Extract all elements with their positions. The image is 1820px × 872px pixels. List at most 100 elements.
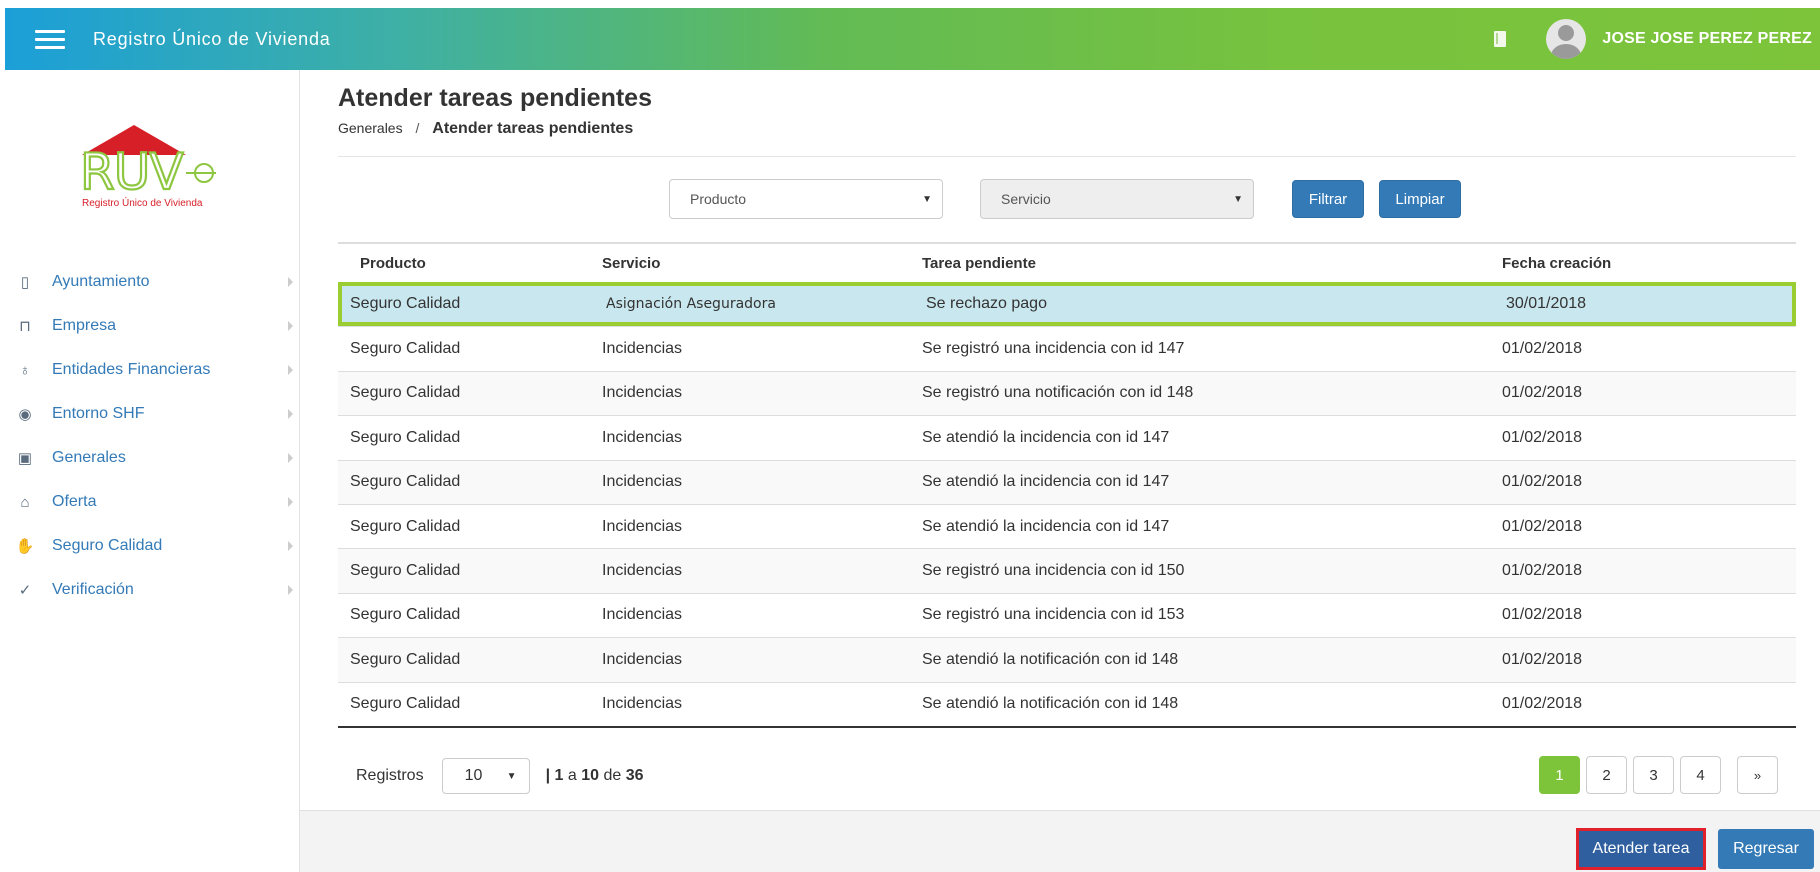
chevron-right-icon <box>288 453 293 463</box>
table-cell: Se rechazo pago <box>926 295 1047 313</box>
sidebar-item-label: Oferta <box>52 493 97 510</box>
book-icon[interactable] <box>1494 31 1507 47</box>
column-header-servicio[interactable]: Servicio <box>602 255 922 272</box>
table-row[interactable]: Seguro Calidad Incidencias Se registró una… <box>338 592 1796 637</box>
breadcrumb-current: Atender tareas pendientes <box>432 120 634 137</box>
table-row[interactable]: Seguro Calidad Incidencias Se atendió la i… <box>338 415 1796 459</box>
table-cell: 01/02/2018 <box>1502 695 1583 713</box>
table-cell: Seguro Calidad <box>350 428 461 446</box>
records-label: Registros <box>356 767 424 784</box>
servicio-select-value: Servicio <box>1001 191 1051 207</box>
clear-button[interactable]: Limpiar <box>1379 180 1461 218</box>
breadcrumb-item-generales[interactable]: Generales <box>338 120 403 136</box>
divider <box>338 156 1796 157</box>
logo-subtitle: Registro Único de Vivienda <box>82 198 203 209</box>
records-control: Registros 10 ▼ | 1 a 10 de 36 <box>356 758 644 794</box>
avatar[interactable] <box>1546 19 1587 59</box>
table-row[interactable]: Seguro Calidad Incidencias Se atendió la n… <box>338 637 1796 682</box>
user-name[interactable]: JOSE JOSE PEREZ PEREZ <box>1602 30 1812 48</box>
table-row[interactable]: Seguro Calidad Asignación Aseguradora Se r… <box>338 282 1796 327</box>
table-cell: Asignación Aseguradora <box>606 296 776 313</box>
table-cell: 01/02/2018 <box>1502 473 1583 491</box>
table-cell: 01/02/2018 <box>1502 606 1583 624</box>
table-cell: Se atendió la incidencia con id 147 <box>922 428 1170 446</box>
filter-button[interactable]: Filtrar <box>1292 180 1364 218</box>
check-circle-icon: ✓ <box>18 582 32 599</box>
app-window: Registro Único de Vivienda JOSE JOSE PER… <box>0 0 1820 872</box>
sidebar-item-verificacion[interactable]: ✓ Verificación <box>0 568 299 612</box>
table-header: Producto Servicio Tarea pendiente Fecha … <box>338 242 1796 282</box>
table-row[interactable]: Seguro Calidad Incidencias Se atendió la i… <box>338 459 1796 504</box>
sidebar-item-label: Empresa <box>52 317 117 334</box>
table-cell: Seguro Calidad <box>350 340 461 358</box>
sidebar-item-seguro-calidad[interactable]: ✋ Seguro Calidad <box>0 524 299 568</box>
back-button[interactable]: Regresar <box>1718 829 1814 869</box>
handshake-icon: ✋ <box>15 538 35 555</box>
table-cell: Se registró una incidencia con id 150 <box>922 562 1185 580</box>
sidebar-item-label: Verificación <box>52 581 134 598</box>
table-cell: 01/02/2018 <box>1502 517 1583 535</box>
table-cell: Incidencias <box>602 606 683 624</box>
range-de: de <box>603 767 622 784</box>
table-cell: 01/02/2018 <box>1502 340 1583 358</box>
table-cell: Seguro Calidad <box>350 384 461 402</box>
sidebar-item-label: Entorno SHF <box>52 405 145 422</box>
table-cell: Seguro Calidad <box>350 295 461 313</box>
table-row[interactable]: Seguro Calidad Incidencias Se registró una… <box>338 370 1796 416</box>
chevron-right-icon <box>288 541 293 551</box>
table-cell: 01/02/2018 <box>1502 650 1583 668</box>
table-row[interactable]: Seguro Calidad Incidencias Se atendió la i… <box>338 503 1796 548</box>
table-cell: 01/02/2018 <box>1502 384 1583 402</box>
producto-select[interactable]: Producto ▼ <box>669 179 943 219</box>
table-cell: Se registró una notificación con id 148 <box>922 384 1194 402</box>
column-header-fecha[interactable]: Fecha creación <box>1502 255 1796 272</box>
table-cell: Incidencias <box>602 428 683 446</box>
user-area: JOSE JOSE PEREZ PEREZ <box>1494 8 1820 70</box>
producto-select-value: Producto <box>690 191 747 207</box>
table-row[interactable]: Seguro Calidad Incidencias Se registró una… <box>338 326 1796 370</box>
sidebar-item-label: Generales <box>52 449 126 466</box>
table-cell: Se registró una incidencia con id 147 <box>922 340 1185 358</box>
chevron-down-icon: ▼ <box>1233 194 1243 205</box>
chevron-right-icon <box>288 585 293 595</box>
servicio-select[interactable]: Servicio ▼ <box>980 179 1254 219</box>
next-page-button[interactable]: » <box>1737 756 1778 794</box>
chevron-right-icon <box>288 321 293 331</box>
page-button-3[interactable]: 3 <box>1633 756 1674 794</box>
sidebar-item-oferta[interactable]: ⌂ Oferta <box>0 480 299 524</box>
table-row[interactable]: Seguro Calidad Incidencias Se registró una… <box>338 548 1796 593</box>
page-size-value: 10 <box>464 767 483 784</box>
logo-plug-icon <box>186 163 216 183</box>
table-cell: Seguro Calidad <box>350 562 461 580</box>
column-header-tarea[interactable]: Tarea pendiente <box>922 255 1502 272</box>
sidebar-item-generales[interactable]: ▣ Generales <box>0 436 299 480</box>
chevron-right-icon <box>288 409 293 419</box>
chevron-down-icon: ▼ <box>922 194 932 205</box>
table-cell: Se atendió la notificación con id 148 <box>922 695 1179 713</box>
page-button-4[interactable]: 4 <box>1680 756 1721 794</box>
table-bottom-border <box>338 725 1796 728</box>
chevron-right-icon <box>288 277 293 287</box>
table-cell: Seguro Calidad <box>350 517 461 535</box>
table-row[interactable]: Seguro Calidad Incidencias Se atendió la n… <box>338 681 1796 726</box>
chevron-right-icon <box>288 365 293 375</box>
menu-icon[interactable] <box>35 29 65 49</box>
sidebar-item-empresa[interactable]: ⊓ Empresa <box>0 304 299 348</box>
table-cell: 30/01/2018 <box>1506 295 1587 313</box>
page-size-select[interactable]: 10 ▼ <box>441 758 530 794</box>
sidebar-item-entidades-financieras[interactable]: ♁ Entidades Financieras <box>0 348 299 392</box>
ruv-logo: RUV Registro Único de Vivienda <box>78 125 238 215</box>
table-cell: Se atendió la notificación con id 148 <box>922 650 1179 668</box>
money-bags-icon: ♁ <box>19 361 31 379</box>
page-button-1[interactable]: 1 <box>1539 756 1580 794</box>
table-cell: Seguro Calidad <box>350 606 461 624</box>
sidebar-item-entorno-shf[interactable]: ◉ Entorno SHF <box>0 392 299 436</box>
attend-task-button[interactable]: Atender tarea <box>1576 828 1706 870</box>
range-from: 1 <box>554 767 564 784</box>
page-button-2[interactable]: 2 <box>1586 756 1627 794</box>
sidebar-item-ayuntamiento[interactable]: ▯ Ayuntamiento <box>0 260 299 304</box>
column-header-producto[interactable]: Producto <box>338 255 602 272</box>
table-cell: Incidencias <box>602 340 683 358</box>
table-cell: Incidencias <box>602 650 683 668</box>
table-cell: Seguro Calidad <box>350 695 461 713</box>
